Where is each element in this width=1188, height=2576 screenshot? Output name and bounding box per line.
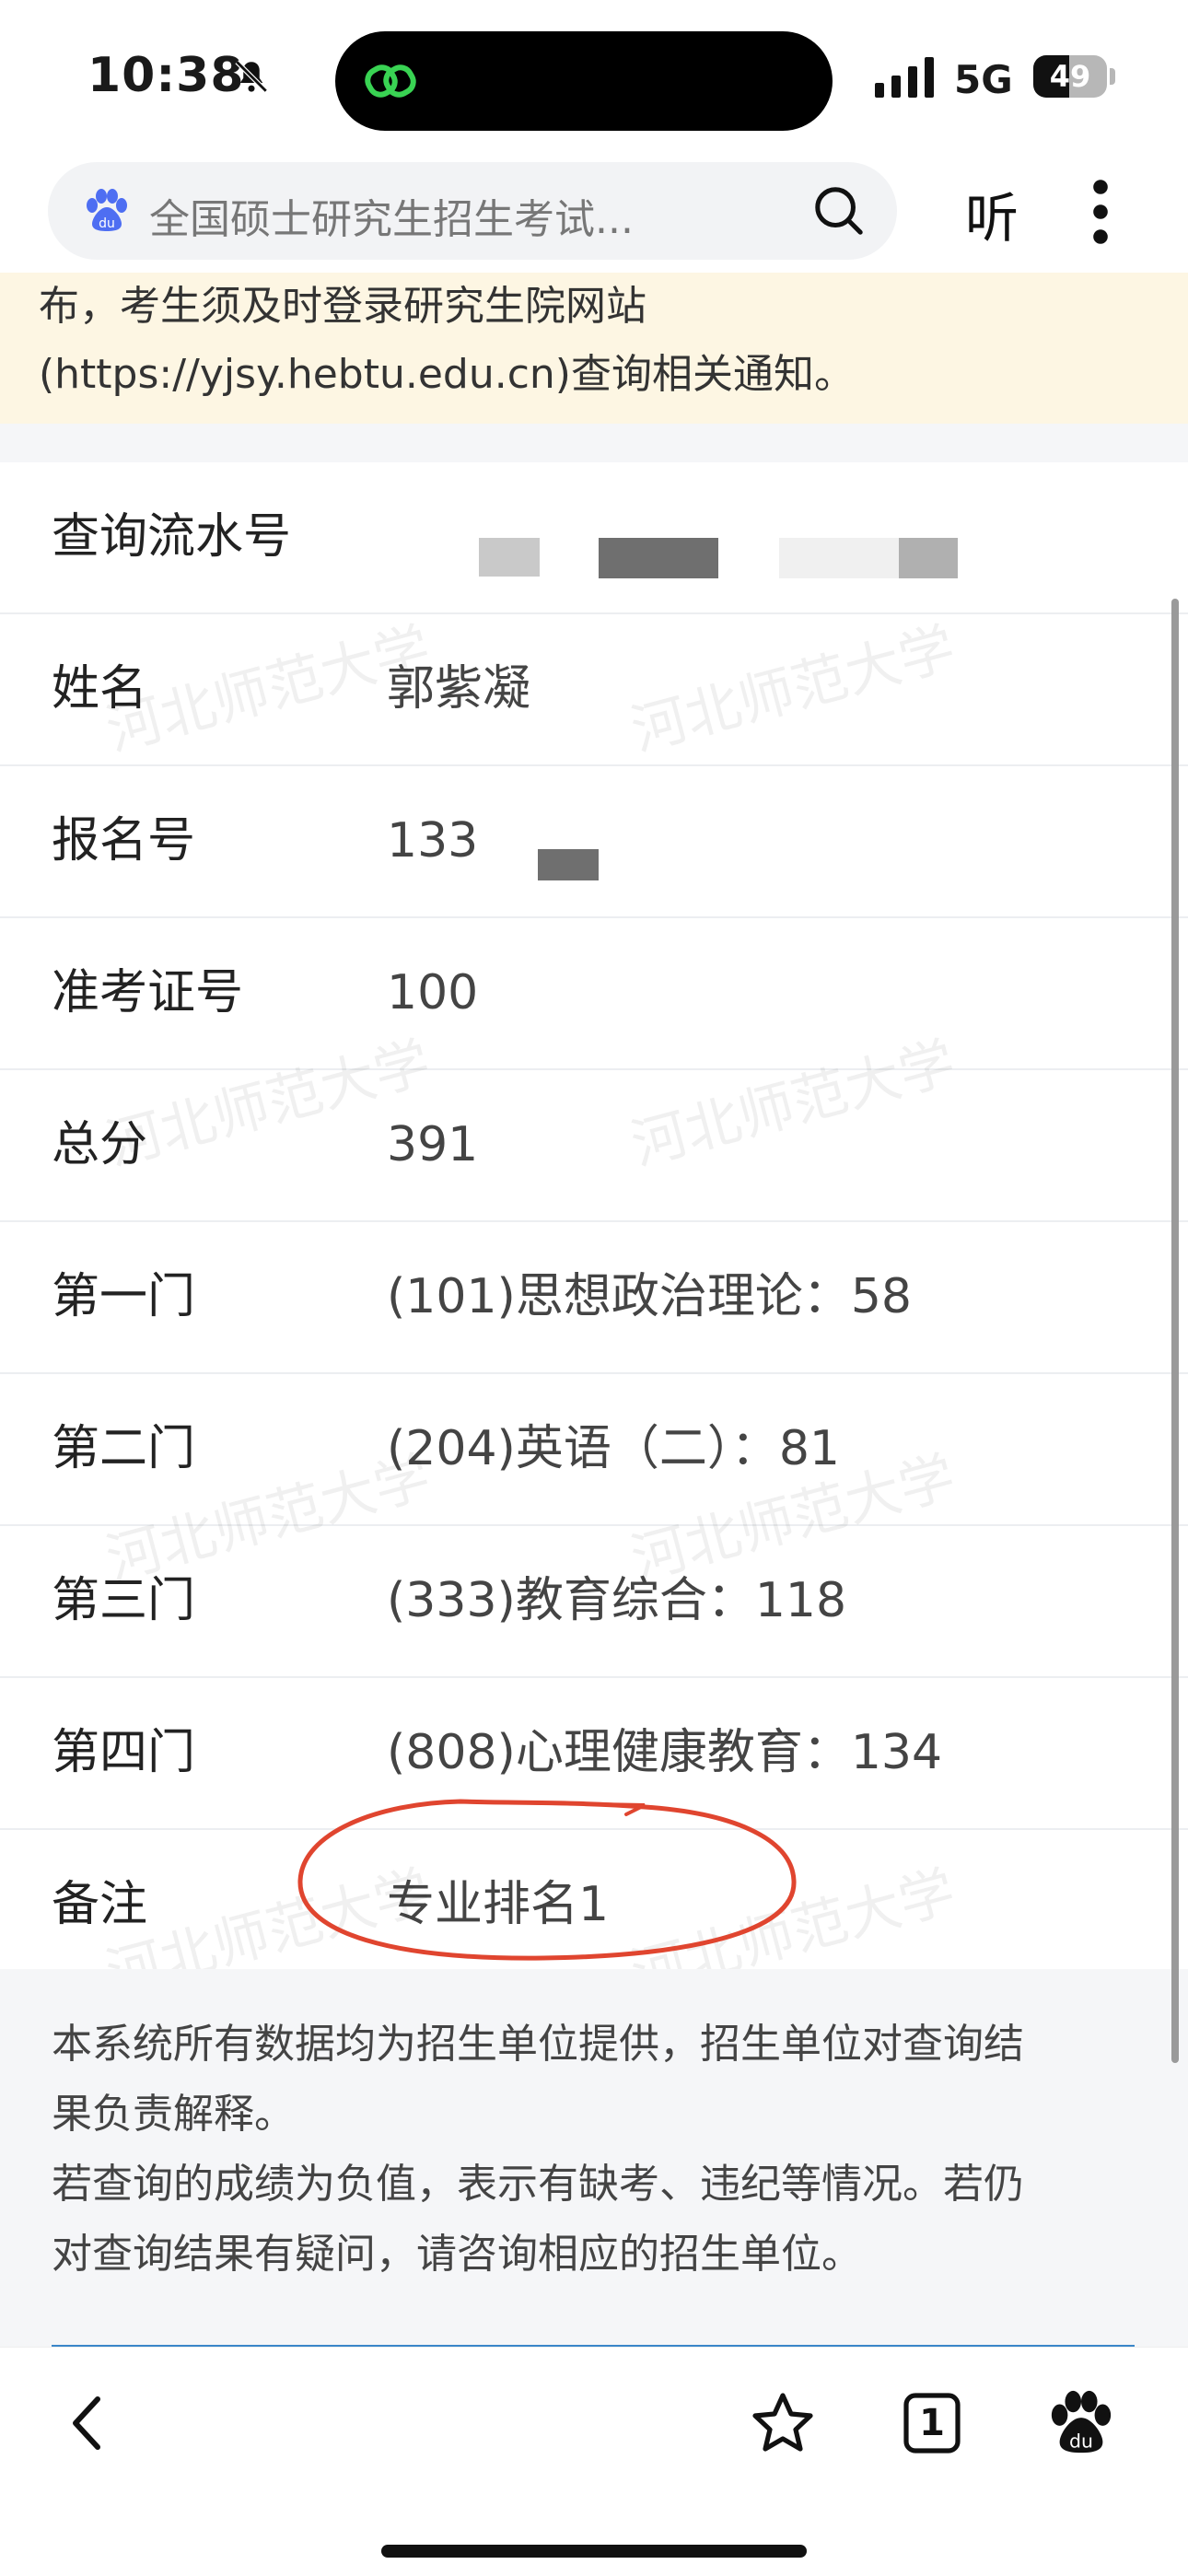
disclaimer-line: 对查询结果有疑问，请咨询相应的招生单位。: [52, 2231, 862, 2278]
table-row-subject-2: 第二门 (204)英语（二）：81: [0, 1374, 1188, 1526]
redacted-block: [599, 538, 718, 578]
battery-icon: 49: [1033, 55, 1107, 98]
row-value: (333)教育综合：118: [387, 1573, 847, 1628]
row-label: 第四门: [52, 1725, 196, 1780]
row-label: 备注: [52, 1877, 148, 1932]
status-bar: 10:38 5G 49: [0, 0, 1188, 157]
search-query[interactable]: 全国硕士研究生招生考试...: [149, 186, 634, 245]
score-table: 查询流水号 姓名 郭紫凝 报名号 133 准考证号 100 总分 391 第一门…: [0, 462, 1188, 1982]
disclaimer-section: 本系统所有数据均为招生单位提供，招生单位对查询结 果负责解释。 若查询的成绩为负…: [0, 1969, 1188, 2347]
listen-button[interactable]: 听: [965, 175, 1019, 252]
back-icon[interactable]: [53, 2388, 123, 2458]
home-indicator[interactable]: [381, 2545, 807, 2558]
scrollbar[interactable]: [1171, 599, 1179, 2063]
redacted-block: [538, 849, 599, 880]
baidu-paw-icon[interactable]: du: [1046, 2388, 1116, 2458]
table-row-total: 总分 391: [0, 1070, 1188, 1222]
more-icon[interactable]: [1087, 179, 1114, 245]
dynamic-island: [335, 31, 833, 131]
red-circle-annotation: [297, 1799, 797, 1961]
star-icon[interactable]: [748, 2388, 818, 2458]
row-value: (101)思想政治理论：58: [387, 1269, 912, 1324]
redacted-block: [779, 538, 899, 578]
row-label: 查询流水号: [52, 509, 292, 565]
svg-text:du: du: [99, 216, 115, 231]
baidu-icon: du: [87, 189, 127, 231]
row-value: 133: [387, 813, 479, 868]
row-label: 第二门: [52, 1421, 196, 1476]
svg-text:du: du: [1069, 2430, 1093, 2452]
status-time: 10:38: [87, 48, 245, 103]
signal-icon: [875, 57, 934, 98]
row-value: 100: [387, 965, 479, 1020]
bell-muted-icon: [235, 60, 268, 93]
disclaimer-line: 若查询的成绩为负值，表示有缺考、违纪等情况。若仍: [52, 2161, 1024, 2208]
disclaimer-line: 果负责解释。: [52, 2091, 295, 2138]
row-label: 总分: [52, 1117, 148, 1172]
redacted-block: [479, 538, 540, 577]
table-row-registration: 报名号 133: [0, 766, 1188, 918]
table-row-subject-3: 第三门 (333)教育综合：118: [0, 1526, 1188, 1678]
row-label: 准考证号: [52, 965, 244, 1020]
section-gap: [0, 424, 1188, 462]
disclaimer-line: 本系统所有数据均为招生单位提供，招生单位对查询结: [52, 2021, 1024, 2068]
network-type: 5G: [954, 57, 1013, 102]
battery-level: 49: [1049, 59, 1091, 94]
search-bar[interactable]: du 全国硕士研究生招生考试...: [48, 162, 897, 260]
row-value: 391: [387, 1117, 479, 1172]
table-row-admission: 准考证号 100: [0, 918, 1188, 1070]
row-value: (204)英语（二）：81: [387, 1421, 840, 1476]
table-row-serial: 查询流水号: [0, 462, 1188, 614]
redacted-block: [899, 538, 958, 578]
link-icon: [365, 64, 416, 98]
search-icon[interactable]: [812, 184, 866, 238]
row-label: 第三门: [52, 1573, 196, 1628]
tabs-icon[interactable]: 1: [897, 2388, 967, 2458]
row-label: 第一门: [52, 1269, 196, 1324]
row-label: 报名号: [52, 813, 196, 868]
browser-bottom-bar: 1 du: [0, 2347, 1188, 2576]
table-row-subject-1: 第一门 (101)思想政治理论：58: [0, 1222, 1188, 1374]
tab-count: 1: [919, 2402, 945, 2444]
notice-banner: 布，考生须及时登录研究生院网站(https://yjsy.hebtu.edu.c…: [0, 273, 1188, 424]
row-label: 姓名: [52, 661, 148, 717]
notice-text: 布，考生须及时登录研究生院网站(https://yjsy.hebtu.edu.c…: [39, 283, 855, 398]
row-value: 郭紫凝: [387, 661, 531, 717]
table-row-name: 姓名 郭紫凝: [0, 614, 1188, 766]
battery-cap: [1110, 68, 1115, 85]
